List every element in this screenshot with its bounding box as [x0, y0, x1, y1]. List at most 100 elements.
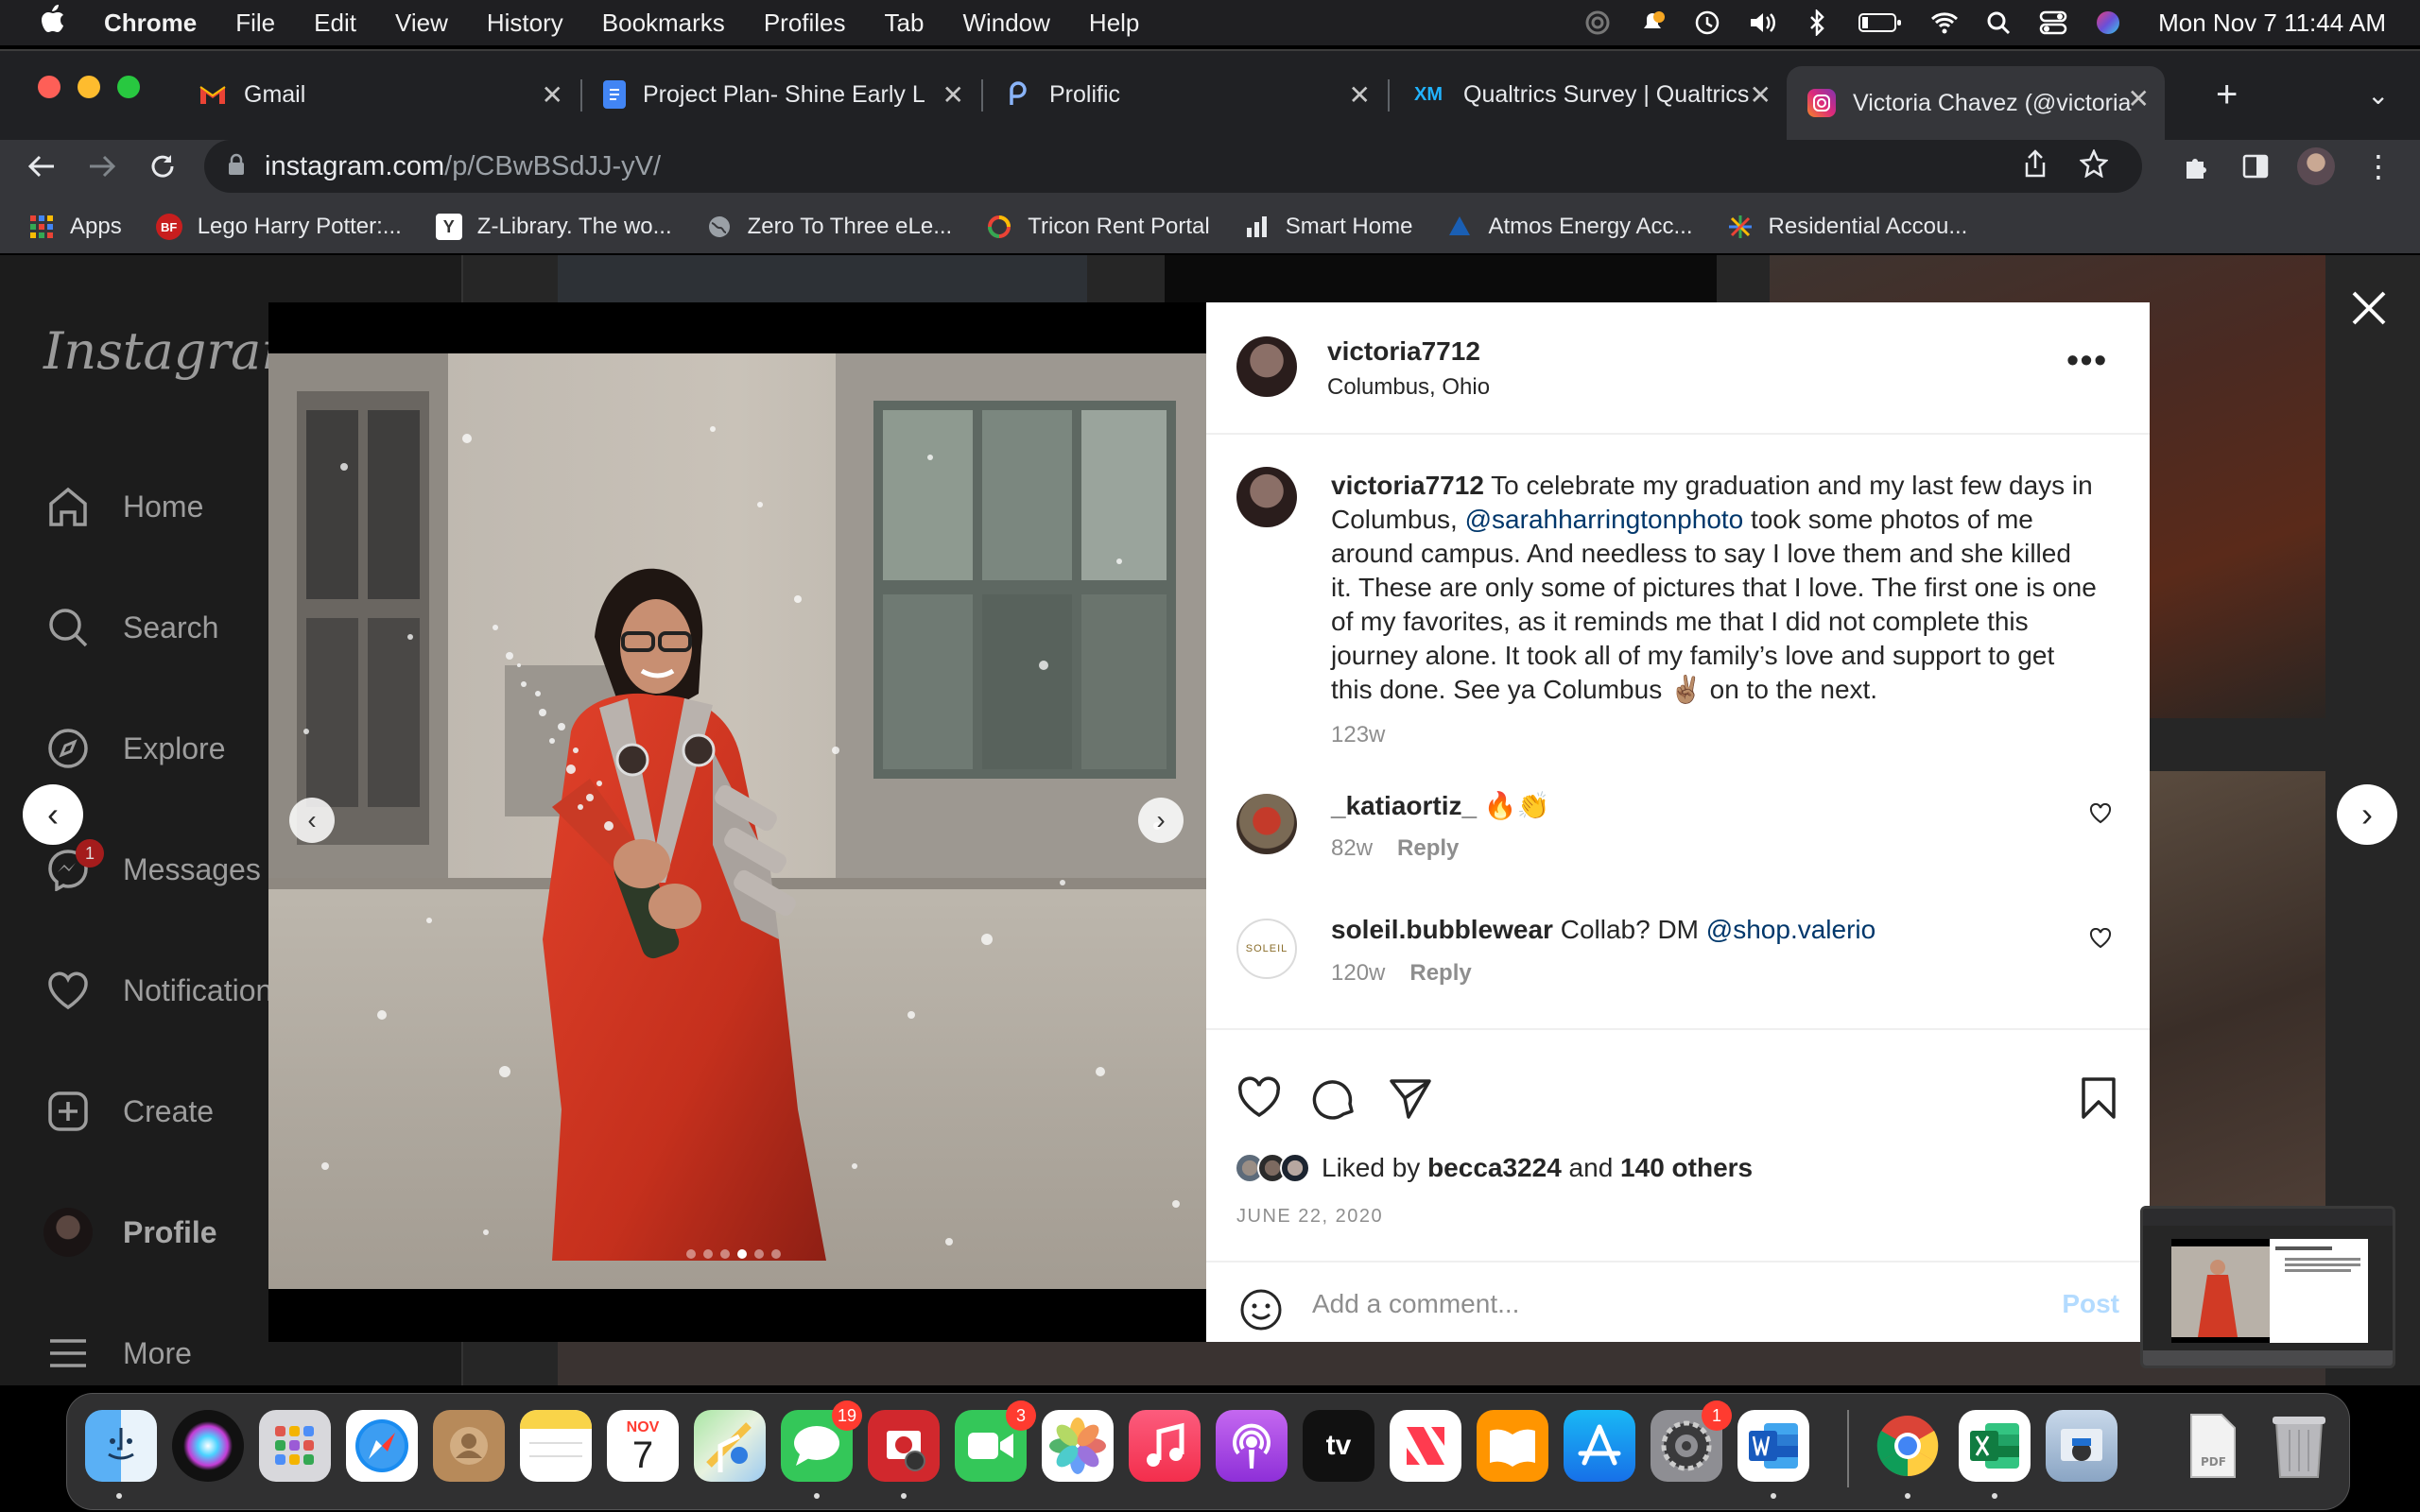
share-icon[interactable] [2023, 149, 2048, 182]
close-icon[interactable] [2344, 284, 2394, 333]
comment-mention-link[interactable]: @shop.valerio [1706, 915, 1876, 944]
caption-username[interactable]: victoria7712 [1331, 471, 1484, 500]
apple-menu-icon[interactable] [40, 4, 68, 42]
tab-search-chevron-icon[interactable]: ⌄ [2367, 79, 2389, 111]
wifi-icon[interactable] [1929, 11, 1959, 34]
photo-next-arrow-icon[interactable]: › [1138, 798, 1184, 843]
close-window-button[interactable] [38, 76, 60, 98]
forward-arrow-icon[interactable] [79, 144, 125, 189]
bookmark-residential-account[interactable]: Residential Accou... [1727, 214, 1967, 240]
facetime-icon[interactable]: 3 [955, 1400, 1036, 1482]
sidebar-item-more[interactable]: More [43, 1325, 192, 1382]
reply-button[interactable]: Reply [1397, 835, 1459, 861]
bookmark-star-icon[interactable] [2079, 147, 2109, 182]
carousel-dot[interactable] [720, 1249, 730, 1259]
app-store-icon[interactable] [1564, 1410, 1635, 1482]
bluetooth-icon[interactable] [1803, 9, 1831, 36]
sidebar-item-create[interactable]: Create [43, 1083, 214, 1140]
sidebar-item-home[interactable]: Home [43, 478, 203, 535]
focus-icon[interactable] [1583, 10, 1612, 35]
reload-icon[interactable] [140, 144, 185, 189]
menu-help[interactable]: Help [1089, 9, 1139, 38]
post-author-username[interactable]: victoria7712 [1327, 336, 1480, 367]
carousel-dot[interactable] [771, 1249, 781, 1259]
tab-close-icon[interactable]: ✕ [2128, 83, 2150, 114]
next-post-arrow-icon[interactable]: › [2337, 784, 2397, 845]
liked-by-username[interactable]: becca3224 [1427, 1153, 1562, 1182]
carousel-dot[interactable] [754, 1249, 764, 1259]
post-location[interactable]: Columbus, Ohio [1327, 374, 1490, 401]
emoji-smiley-icon[interactable] [1238, 1287, 1284, 1337]
sidebar-item-notifications[interactable]: Notifications [43, 962, 287, 1019]
menu-bookmarks[interactable]: Bookmarks [602, 9, 725, 38]
avatar[interactable] [1236, 467, 1297, 527]
menu-tab[interactable]: Tab [885, 9, 925, 38]
new-tab-icon[interactable]: + [2216, 74, 2238, 116]
carousel-dot[interactable] [737, 1249, 747, 1259]
battery-icon[interactable] [1858, 11, 1903, 34]
menubar-clock[interactable]: Mon Nov 7 11:44 AM [2158, 9, 2386, 38]
bookmark-tricon[interactable]: Tricon Rent Portal [986, 214, 1210, 240]
microsoft-excel-icon[interactable] [1959, 1410, 2031, 1482]
reply-button[interactable]: Reply [1409, 960, 1471, 986]
minimize-window-button[interactable] [78, 76, 100, 98]
news-icon[interactable] [1390, 1410, 1461, 1482]
volume-icon[interactable] [1748, 11, 1776, 34]
save-bookmark-icon[interactable] [2076, 1075, 2121, 1121]
control-center-icon[interactable] [2039, 10, 2067, 35]
zoom-window-button[interactable] [117, 76, 140, 98]
side-panel-icon[interactable] [2233, 144, 2278, 189]
comment-like-heart-icon[interactable] [2089, 802, 2112, 829]
liked-by-others-link[interactable]: 140 others [1620, 1153, 1753, 1182]
calendar-icon[interactable]: NOV 7 [607, 1410, 679, 1482]
google-chrome-icon[interactable] [1872, 1410, 1944, 1482]
tab-gmail[interactable]: Gmail ✕ [178, 62, 579, 127]
chrome-menu-icon[interactable]: ⋮ [2356, 144, 2401, 189]
bookmark-zero-to-three[interactable]: Zero To Three eLe... [706, 214, 952, 240]
menu-window[interactable]: Window [962, 9, 1049, 38]
address-bar[interactable]: instagram.com/p/CBwBSdJJ-yV/ [204, 140, 2142, 193]
menu-app-name[interactable]: Chrome [104, 9, 197, 38]
finder-icon[interactable] [85, 1410, 157, 1482]
back-arrow-icon[interactable] [19, 144, 64, 189]
sidebar-item-explore[interactable]: Explore [43, 720, 226, 777]
comment-like-heart-icon[interactable] [2089, 927, 2112, 954]
notes-icon[interactable] [520, 1410, 592, 1482]
tab-instagram[interactable]: Victoria Chavez (@victoria ✕ [1787, 66, 2165, 140]
photo-booth-icon[interactable] [868, 1410, 940, 1482]
carousel-dot[interactable] [703, 1249, 713, 1259]
contacts-icon[interactable] [433, 1410, 505, 1482]
post-comment-button[interactable]: Post [2062, 1289, 2119, 1319]
trash-icon[interactable] [2263, 1410, 2335, 1482]
tab-close-icon[interactable]: ✕ [542, 79, 563, 111]
bookmark-apps[interactable]: Apps [28, 214, 122, 240]
menu-edit[interactable]: Edit [314, 9, 356, 38]
sidebar-item-profile[interactable]: Profile [43, 1204, 217, 1261]
siri-icon[interactable] [2094, 11, 2122, 34]
safari-icon[interactable] [346, 1410, 418, 1482]
tab-close-icon[interactable]: ✕ [1750, 79, 1772, 111]
menu-file[interactable]: File [235, 9, 275, 38]
comment-input[interactable]: Add a comment... [1312, 1289, 1519, 1319]
siri-icon[interactable] [172, 1410, 244, 1482]
post-photo[interactable] [268, 353, 1206, 1289]
sidebar-item-search[interactable]: Search [43, 599, 218, 656]
comment-bubble-icon[interactable] [1312, 1075, 1357, 1121]
time-machine-icon[interactable] [1693, 10, 1721, 35]
podcasts-icon[interactable] [1216, 1410, 1288, 1482]
system-preferences-icon[interactable]: 1 [1651, 1400, 1732, 1482]
extensions-puzzle-icon[interactable] [2174, 144, 2220, 189]
tab-qualtrics[interactable]: XM Qualtrics Survey | Qualtrics ✕ [1390, 62, 1787, 127]
lock-icon[interactable] [227, 153, 246, 180]
menu-view[interactable]: View [395, 9, 448, 38]
comment-username[interactable]: _katiaortiz_ [1331, 791, 1477, 820]
messages-icon[interactable]: 19 [781, 1400, 862, 1482]
bookmark-lego-harry-potter[interactable]: BF Lego Harry Potter:... [155, 214, 402, 240]
maps-icon[interactable] [694, 1410, 766, 1482]
preview-icon[interactable] [2046, 1410, 2118, 1482]
previous-post-arrow-icon[interactable]: ‹ [23, 784, 83, 845]
bookmark-atmos-energy[interactable]: Atmos Energy Acc... [1446, 214, 1693, 240]
more-options-icon[interactable]: ••• [2066, 340, 2108, 380]
menu-profiles[interactable]: Profiles [764, 9, 846, 38]
bookmark-z-library[interactable]: Y Z-Library. The wo... [435, 214, 672, 240]
